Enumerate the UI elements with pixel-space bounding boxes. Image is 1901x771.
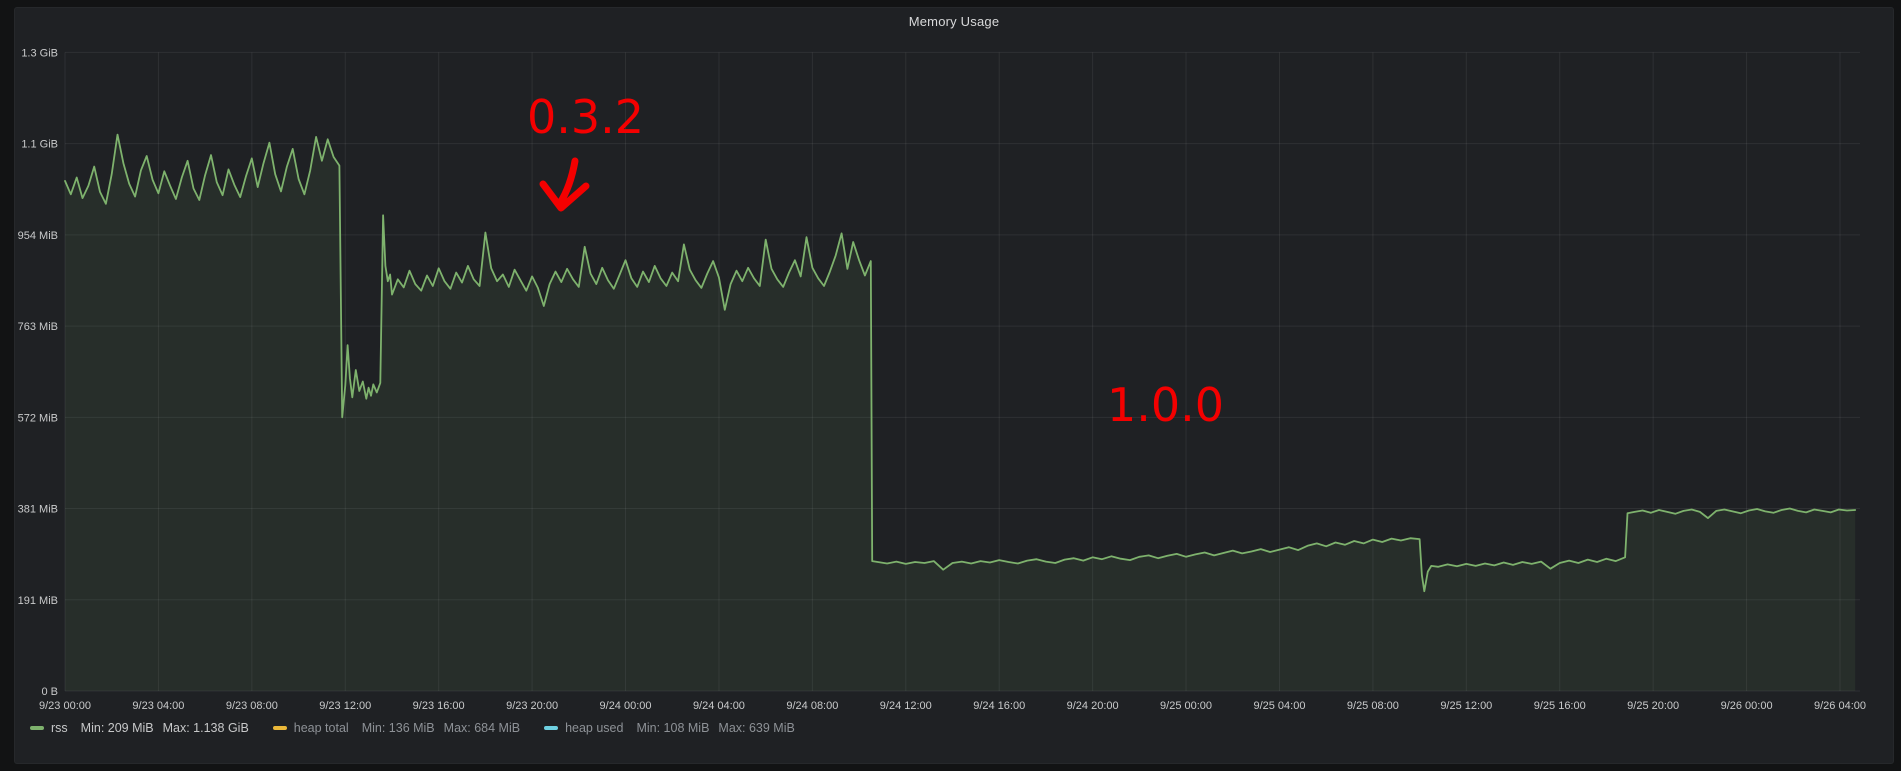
x-axis-tick-label: 9/25 00:00 [1160, 700, 1212, 712]
heap-total-series-swatch-icon [273, 726, 287, 730]
x-axis-tick-label: 9/24 04:00 [693, 700, 745, 712]
x-axis-tick-label: 9/23 08:00 [226, 700, 278, 712]
x-axis-tick-label: 9/23 20:00 [506, 700, 558, 712]
memory-usage-chart: 1.3 GiB 1.1 GiB 954 MiB 763 MiB 572 MiB 381 M… [0, 0, 1901, 771]
plot-area[interactable] [65, 52, 1860, 691]
legend-series-max: Max: 684 MiB [444, 721, 520, 735]
legend-series-name[interactable]: heap used [565, 721, 623, 735]
x-axis-tick-label: 9/26 04:00 [1814, 700, 1866, 712]
x-axis-tick-label: 9/24 00:00 [600, 700, 652, 712]
x-axis-tick-label: 9/23 12:00 [319, 700, 371, 712]
legend-item-heap-total[interactable]: heap total Min: 136 MiB Max: 684 MiB [273, 721, 522, 735]
legend-series-max: Max: 1.138 GiB [163, 721, 249, 735]
y-axis-tick-label: 954 MiB [18, 230, 58, 242]
y-axis-tick-label: 381 MiB [18, 504, 58, 516]
grafana-dashboard: Memory Usage 1.3 GiB1.1 GiB954 MiB763 Mi… [0, 0, 1901, 771]
x-axis-tick-label: 9/23 04:00 [132, 700, 184, 712]
x-axis-tick-label: 9/23 00:00 [39, 700, 91, 712]
y-axis-tick-label: 191 MiB [18, 595, 58, 607]
legend-item-rss[interactable]: rss Min: 209 MiB Max: 1.138 GiB [30, 721, 251, 735]
x-axis-tick-label: 9/24 16:00 [973, 700, 1025, 712]
x-axis-tick-label: 9/26 00:00 [1721, 700, 1773, 712]
x-axis-tick-label: 9/23 16:00 [413, 700, 465, 712]
legend-series-min: Min: 136 MiB [362, 721, 435, 735]
x-axis-tick-label: 9/24 20:00 [1067, 700, 1119, 712]
y-axis-tick-label: 1.3 GiB [21, 47, 58, 59]
y-axis-tick-label: 763 MiB [18, 321, 58, 333]
legend-series-min: Min: 209 MiB [81, 721, 154, 735]
legend-series-min: Min: 108 MiB [636, 721, 709, 735]
x-axis-tick-label: 9/25 16:00 [1534, 700, 1586, 712]
x-axis-tick-label: 9/25 20:00 [1627, 700, 1679, 712]
x-axis-tick-label: 9/24 08:00 [786, 700, 838, 712]
y-axis-tick-label: 1.1 GiB [21, 139, 58, 151]
rss-series-swatch-icon [30, 726, 44, 730]
y-axis-tick-label: 0 B [41, 686, 58, 698]
heap-used-series-swatch-icon [544, 726, 558, 730]
x-axis-tick-label: 9/25 04:00 [1253, 700, 1305, 712]
x-axis-tick-label: 9/25 12:00 [1440, 700, 1492, 712]
y-axis-tick-label: 572 MiB [18, 412, 58, 424]
legend-item-heap-used[interactable]: heap used Min: 108 MiB Max: 639 MiB [544, 721, 797, 735]
legend-series-max: Max: 639 MiB [718, 721, 794, 735]
legend-series-name[interactable]: heap total [294, 721, 349, 735]
x-axis-tick-label: 9/25 08:00 [1347, 700, 1399, 712]
legend: rss Min: 209 MiB Max: 1.138 GiB heap tot… [30, 721, 797, 735]
legend-series-name[interactable]: rss [51, 721, 68, 735]
x-axis-tick-label: 9/24 12:00 [880, 700, 932, 712]
